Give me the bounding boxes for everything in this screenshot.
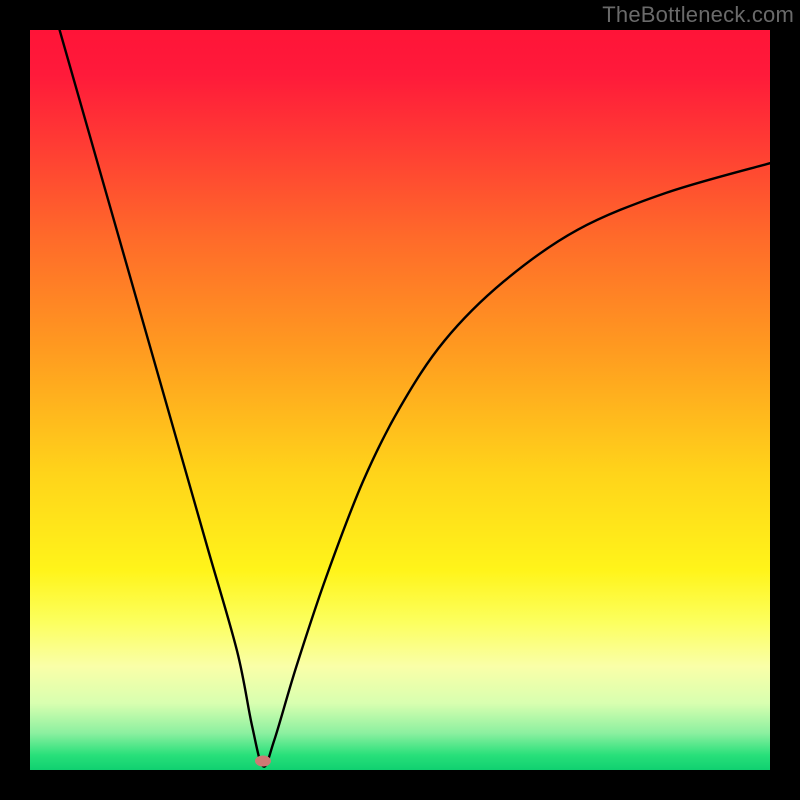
bottleneck-curve (30, 30, 770, 770)
optimal-point-marker (255, 756, 271, 767)
chart-frame: TheBottleneck.com (0, 0, 800, 800)
watermark-text: TheBottleneck.com (602, 2, 794, 28)
